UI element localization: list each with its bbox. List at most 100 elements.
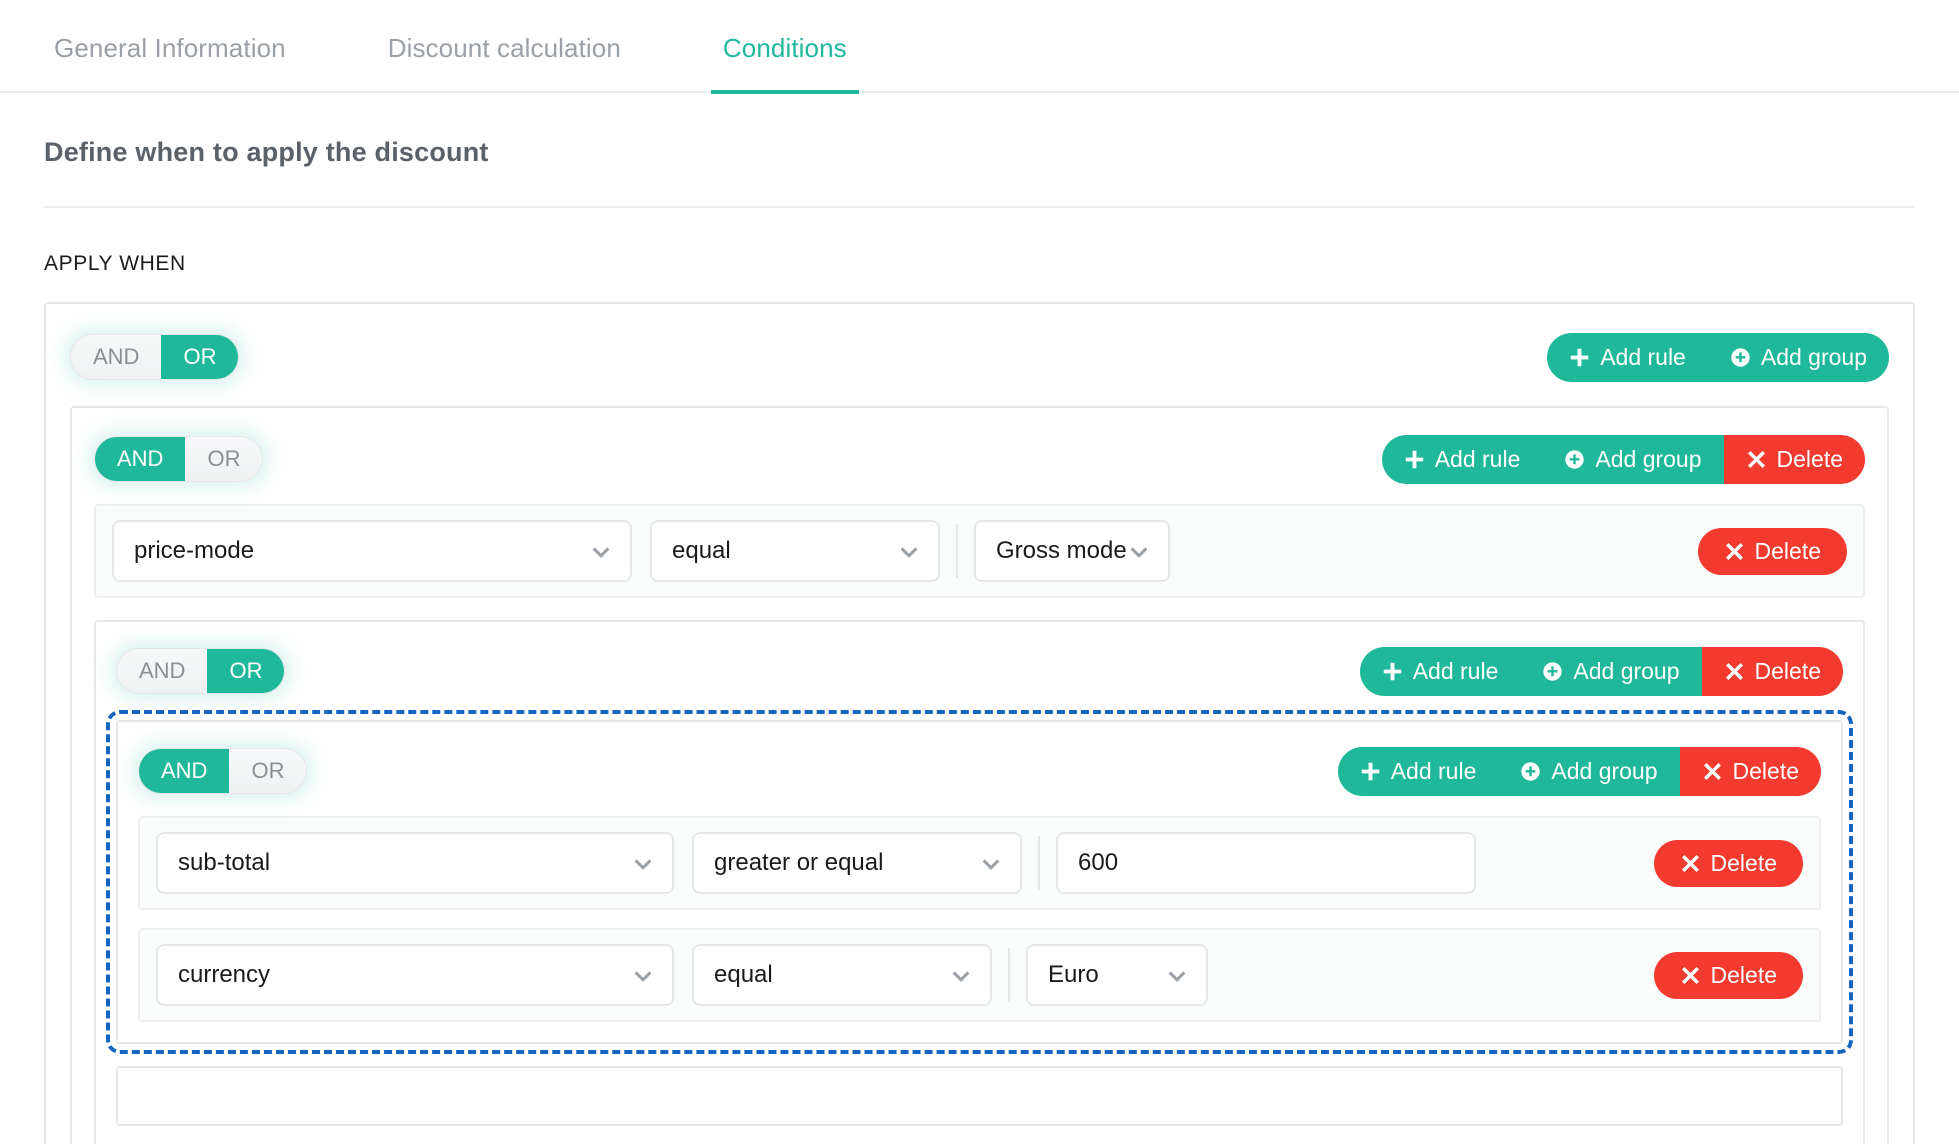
group-header-root: AND OR Add rule Add group (70, 330, 1889, 384)
page-header: Define when to apply the discount (0, 93, 1959, 208)
times-icon (1724, 541, 1745, 562)
chevron-down-icon (588, 538, 614, 564)
delete-group-button-level3[interactable]: Delete (1679, 746, 1821, 796)
add-group-button-level1[interactable]: Add group (1542, 434, 1724, 484)
plus-icon (1360, 761, 1381, 782)
add-group-label: Add group (1760, 343, 1867, 370)
tab-bar: General Information Discount calculation… (0, 0, 1959, 94)
rule-field-value: currency (178, 961, 271, 988)
rule-operator-value: equal (714, 961, 773, 988)
toggle-and-level2[interactable]: AND (117, 649, 208, 693)
rule-value-select-currency[interactable]: Euro (1026, 944, 1208, 1006)
add-rule-button-root[interactable]: Add rule (1547, 332, 1708, 382)
rule-value: Euro (1048, 961, 1099, 988)
delete-rule-button-sub-total[interactable]: Delete (1653, 839, 1803, 887)
toggle-or-level3[interactable]: OR (229, 749, 307, 793)
toggle-and-level1[interactable]: AND (95, 437, 186, 481)
plus-icon (1382, 661, 1403, 682)
toggle-and-root[interactable]: AND (71, 335, 162, 379)
delete-label: Delete (1732, 757, 1799, 784)
rule-operator-select-sub-total[interactable]: greater or equal (692, 832, 1022, 894)
group-actions-level1: Add rule Add group Delete (1381, 434, 1865, 484)
rule-field-select-currency[interactable]: currency (156, 944, 674, 1006)
add-rule-label: Add rule (1434, 445, 1521, 472)
rule-row-price-mode: price-mode equal Gross mode Delete (94, 504, 1865, 598)
page-title: Define when to apply the discount (44, 137, 489, 167)
rule-value-select-price-mode[interactable]: Gross mode (974, 520, 1170, 582)
apply-when-label: APPLY WHEN (44, 252, 186, 275)
rule-field-value: sub-total (178, 849, 271, 876)
tab-discount-calculation[interactable]: Discount calculation (376, 33, 633, 94)
rule-value-wrapper: Gross mode (974, 520, 1170, 582)
delete-rule-button-currency[interactable]: Delete (1653, 951, 1803, 999)
and-or-toggle-level3[interactable]: AND OR (138, 748, 308, 794)
rule-operator-value: greater or equal (714, 849, 884, 876)
plus-circle-icon (1520, 761, 1541, 782)
times-icon (1746, 449, 1767, 470)
condition-group-next-partial (116, 1066, 1843, 1126)
group-actions-level2: Add rule Add group Delete (1359, 646, 1843, 696)
rule-value-input-sub-total[interactable]: 600 (1056, 832, 1476, 894)
tab-general-information[interactable]: General Information (42, 33, 298, 94)
toggle-or-root[interactable]: OR (161, 335, 239, 379)
rule-operator-select-currency[interactable]: equal (692, 944, 992, 1006)
toggle-or-level2[interactable]: OR (207, 649, 285, 693)
delete-group-button-level1[interactable]: Delete (1723, 434, 1865, 484)
plus-circle-icon (1730, 347, 1751, 368)
rule-delete-wrapper: Delete (1697, 527, 1847, 575)
chevron-down-icon (1126, 538, 1152, 564)
rule-delete-wrapper: Delete (1653, 839, 1803, 887)
delete-group-button-level2[interactable]: Delete (1701, 646, 1843, 696)
add-group-button-level3[interactable]: Add group (1498, 746, 1680, 796)
times-icon (1702, 761, 1723, 782)
times-icon (1680, 853, 1701, 874)
delete-rule-button-price-mode[interactable]: Delete (1697, 527, 1847, 575)
rule-operator-wrapper: equal (650, 520, 940, 582)
delete-label: Delete (1710, 961, 1777, 988)
group-actions-root: Add rule Add group (1547, 332, 1889, 382)
condition-group-root: AND OR Add rule Add group AND OR Add rul… (44, 302, 1915, 1144)
chevron-down-icon (630, 962, 656, 988)
tab-conditions[interactable]: Conditions (710, 33, 859, 94)
condition-group-level2: AND OR Add rule Add group Delete AND OR … (94, 620, 1865, 1144)
delete-label: Delete (1776, 445, 1843, 472)
add-group-button-root[interactable]: Add group (1707, 332, 1889, 382)
and-or-toggle-level2[interactable]: AND OR (116, 648, 286, 694)
plus-circle-icon (1564, 449, 1585, 470)
rule-operator-value: equal (672, 537, 731, 564)
group-header-level2: AND OR Add rule Add group Delete (116, 644, 1843, 698)
rule-field-select-price-mode[interactable]: price-mode (112, 520, 632, 582)
and-or-toggle-root[interactable]: AND OR (70, 334, 240, 380)
toggle-and-level3[interactable]: AND (139, 749, 230, 793)
delete-label: Delete (1754, 537, 1821, 564)
rule-operator-wrapper: greater or equal (692, 832, 1022, 894)
add-rule-button-level3[interactable]: Add rule (1337, 746, 1499, 796)
rule-field-wrapper: price-mode (112, 520, 632, 582)
add-rule-label: Add rule (1412, 657, 1499, 684)
condition-group-level3-selected: AND OR Add rule Add group Delete sub-tot… (106, 710, 1853, 1054)
rule-row-currency: currency equal Euro Delete (138, 928, 1821, 1022)
add-rule-button-level2[interactable]: Add rule (1359, 646, 1521, 696)
plus-icon (1569, 347, 1590, 368)
group-header-level3: AND OR Add rule Add group Delete (138, 744, 1821, 798)
and-or-toggle-level1[interactable]: AND OR (94, 436, 264, 482)
add-group-label: Add group (1573, 657, 1680, 684)
chevron-down-icon (978, 850, 1004, 876)
rule-divider (1038, 836, 1040, 890)
rule-field-select-sub-total[interactable]: sub-total (156, 832, 674, 894)
rule-value: 600 (1078, 849, 1119, 876)
delete-label: Delete (1710, 849, 1777, 876)
chevron-down-icon (630, 850, 656, 876)
rule-field-wrapper: sub-total (156, 832, 674, 894)
add-rule-button-level1[interactable]: Add rule (1381, 434, 1543, 484)
rule-operator-select-price-mode[interactable]: equal (650, 520, 940, 582)
chevron-down-icon (896, 538, 922, 564)
group-header-level1: AND OR Add rule Add group Delete (94, 432, 1865, 486)
query-builder: AND OR Add rule Add group AND OR Add rul… (0, 276, 1959, 1144)
rule-value-wrapper: 600 (1056, 832, 1476, 894)
add-group-button-level2[interactable]: Add group (1520, 646, 1702, 696)
times-icon (1680, 965, 1701, 986)
toggle-or-level1[interactable]: OR (185, 437, 263, 481)
times-icon (1724, 661, 1745, 682)
condition-group-level1: AND OR Add rule Add group Delete price-m… (70, 406, 1889, 1144)
